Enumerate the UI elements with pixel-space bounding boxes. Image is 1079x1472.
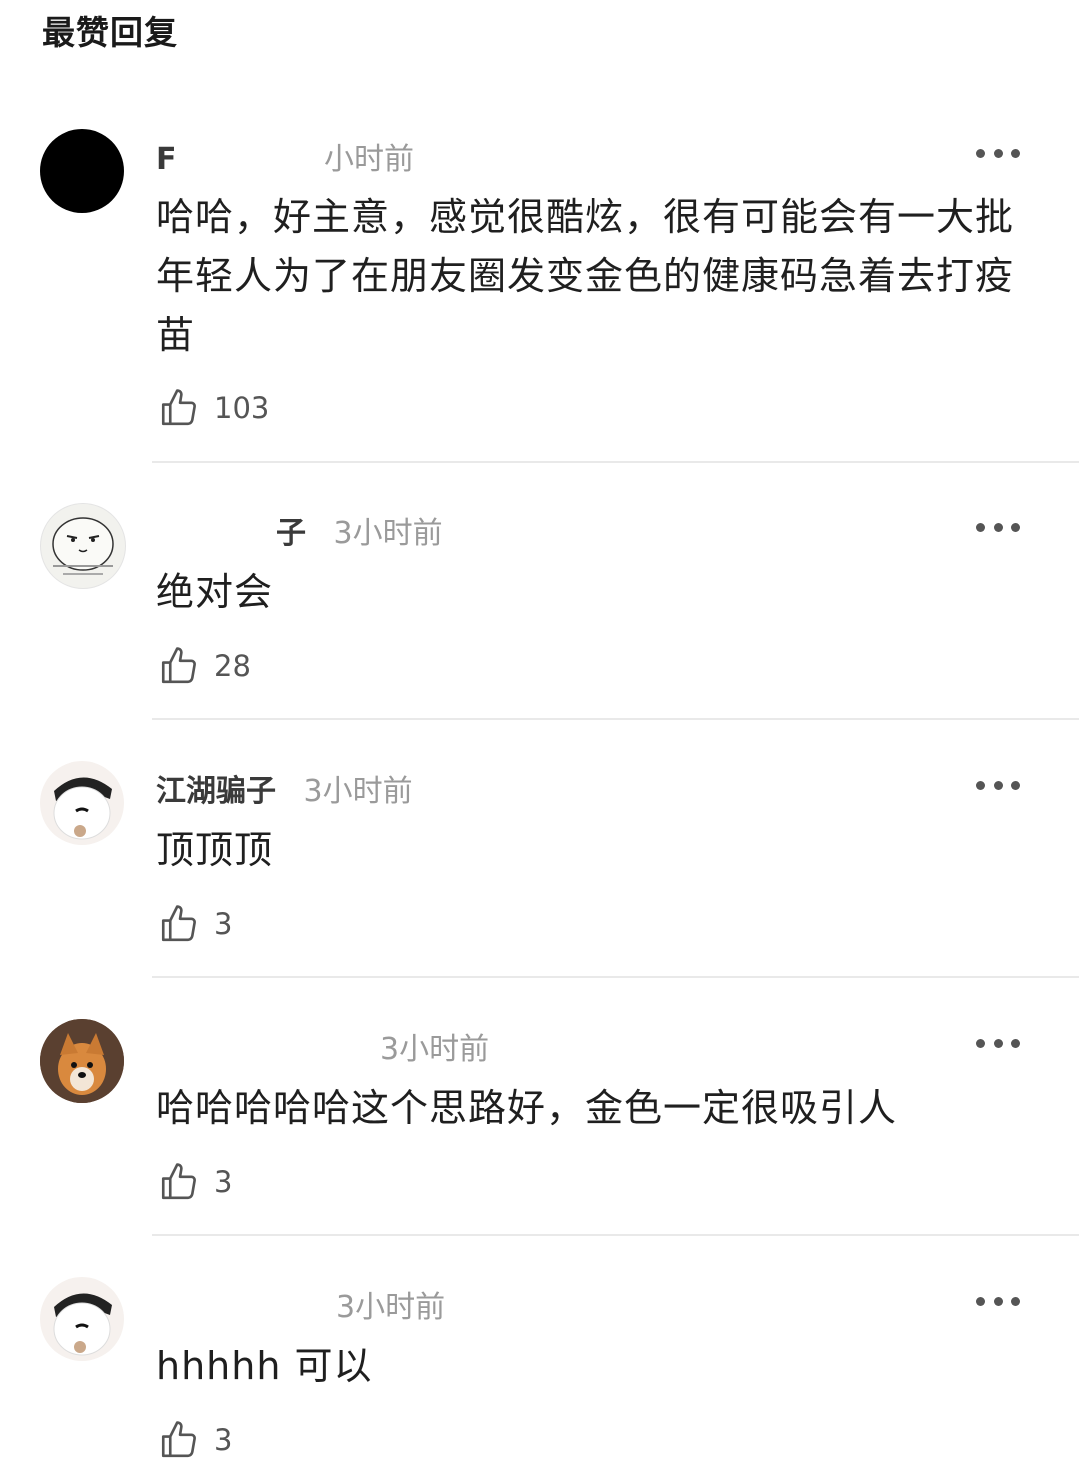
cartoon-face-icon: [52, 517, 114, 575]
timestamp: 3小时前: [333, 516, 443, 551]
username[interactable]: 江湖骗子: [156, 774, 276, 809]
more-options-icon[interactable]: [976, 1033, 1020, 1053]
timestamp: 小时前: [324, 142, 415, 177]
comment-text: 顶顶顶: [156, 828, 274, 872]
like-count: 3: [214, 1423, 233, 1457]
like-button[interactable]: 3: [158, 902, 232, 946]
comment-text: 哈哈哈哈哈这个思路好，金色一定很吸引人: [156, 1086, 898, 1130]
thumbs-up-icon: [161, 1163, 196, 1200]
avatar[interactable]: [40, 1277, 124, 1361]
comment-text: hhhhh 可以: [156, 1344, 373, 1388]
thumbs-up-icon: [161, 389, 196, 426]
timestamp: 3小时前: [380, 1032, 490, 1067]
comment-meta: 3小时前: [156, 1024, 936, 1067]
avatar[interactable]: [40, 1019, 124, 1103]
comment-meta: F 小时前: [156, 134, 936, 177]
more-options-icon[interactable]: [976, 517, 1020, 537]
divider: [152, 461, 1079, 463]
avatar[interactable]: [40, 761, 124, 845]
thumbs-up-icon: [161, 905, 196, 942]
like-count: 103: [214, 391, 270, 425]
avatar[interactable]: [40, 503, 126, 589]
like-button[interactable]: 103: [158, 386, 269, 430]
cartoon-character-icon: [53, 1293, 112, 1356]
like-count: 28: [214, 649, 251, 683]
comment-meta: 3小时前: [156, 1282, 936, 1325]
comment-text: 绝对会: [156, 570, 274, 614]
like-count: 3: [214, 1165, 233, 1199]
comment-meta: 江湖骗子 3小时前: [156, 766, 936, 809]
timestamp: 3小时前: [336, 1290, 446, 1325]
like-button[interactable]: 3: [158, 1418, 232, 1462]
cartoon-character-icon: [53, 777, 112, 840]
like-count: 3: [214, 907, 233, 941]
avatar[interactable]: [40, 129, 124, 213]
thumbs-up-icon: [161, 1421, 196, 1458]
dog-photo-icon: [40, 1019, 124, 1103]
more-options-icon[interactable]: [976, 143, 1020, 163]
username[interactable]: 子: [276, 516, 306, 551]
comment-meta: 子 3小时前: [156, 508, 936, 551]
section-title: 最赞回复: [42, 13, 178, 52]
username[interactable]: F: [156, 142, 177, 177]
like-button[interactable]: 3: [158, 1160, 232, 1204]
comment-text: 哈哈，好主意，感觉很酷炫，很有可能会有一大批年轻人为了在朋友圈发变金色的健康码急…: [156, 195, 1015, 357]
divider: [152, 976, 1079, 978]
thumbs-up-icon: [161, 647, 196, 684]
more-options-icon[interactable]: [976, 775, 1020, 795]
timestamp: 3小时前: [303, 774, 413, 809]
divider: [152, 718, 1079, 720]
more-options-icon[interactable]: [976, 1291, 1020, 1311]
divider: [152, 1234, 1079, 1236]
like-button[interactable]: 28: [158, 644, 251, 688]
